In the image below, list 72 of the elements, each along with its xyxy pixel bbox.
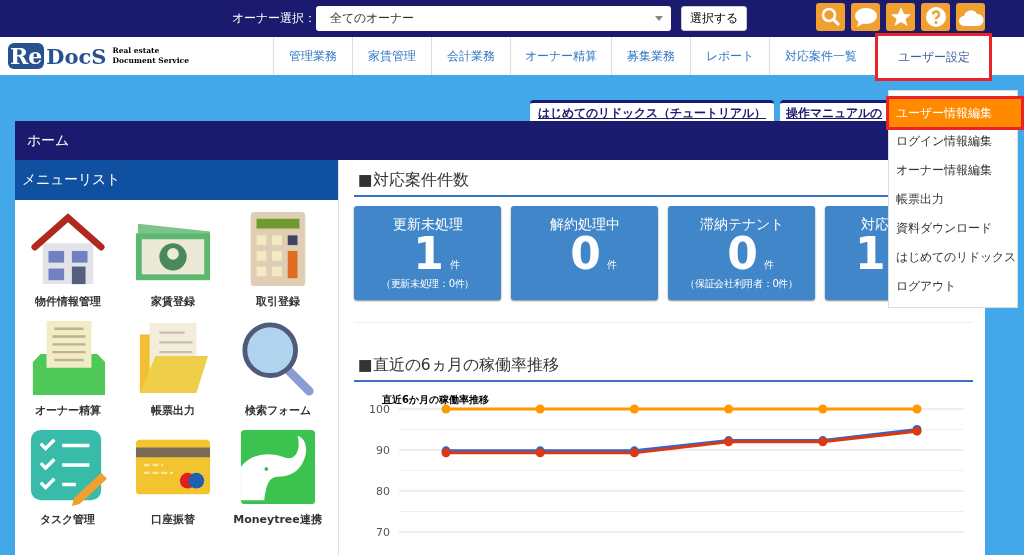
help-icon[interactable] — [921, 3, 950, 31]
card-title: 滞納テナント — [699, 216, 784, 234]
section-heading: ■直近の6ヵ月の稼働率推移 — [354, 355, 973, 382]
logo-mark: Re DocS — [8, 43, 107, 69]
nav-item[interactable]: 家賃管理 — [352, 37, 431, 75]
nav-item[interactable]: 募集業務 — [611, 37, 690, 75]
menu-tile[interactable]: Moneytree連携 — [225, 428, 330, 527]
card-note: （更新未処理：0件） — [380, 277, 475, 291]
panel-title: ホーム — [27, 131, 69, 150]
nav-item[interactable]: ユーザー設定 — [875, 33, 992, 81]
checklist-icon — [28, 428, 107, 506]
card-title: 更新未処理 — [392, 216, 463, 234]
case-card[interactable]: 対応 1 — [825, 206, 891, 300]
menu-item[interactable]: ログイン情報編集 — [889, 127, 1017, 156]
case-count: 0 — [727, 234, 758, 274]
case-card[interactable]: 解約処理中 0 件 — [511, 206, 658, 300]
nav-item[interactable]: 対応案件一覧 — [769, 37, 872, 75]
cloud-icon[interactable] — [956, 3, 985, 31]
count-unit: 件 — [606, 258, 617, 272]
caret-icon — [655, 16, 663, 21]
case-count: 1 — [413, 234, 444, 274]
menu-tile[interactable]: 物件情報管理 — [15, 210, 120, 309]
nav-item[interactable]: オーナー精算 — [510, 37, 611, 75]
count-unit: 件 — [449, 258, 460, 272]
menu-label: 検索フォーム — [244, 403, 311, 418]
chart-title: 直近6か月の稼働率推移 — [382, 394, 489, 405]
menu-label: 物件情報管理 — [34, 294, 101, 309]
menu-label: オーナー精算 — [34, 403, 101, 418]
case-card[interactable]: 滞納テナント 0 件 （保証会社利用者：0件） — [668, 206, 815, 300]
menu-label: Moneytree連携 — [233, 512, 322, 527]
point — [629, 404, 639, 414]
select-button[interactable]: 選択する — [681, 6, 747, 31]
y-tick-label: 80 — [376, 485, 390, 498]
case-count: 1 — [855, 234, 886, 274]
menu-tile[interactable]: タスク管理 — [15, 428, 120, 527]
menu-label: 取引登録 — [255, 294, 300, 309]
menu-tile[interactable]: 口座振替 — [120, 428, 225, 527]
menu-tile[interactable]: 取引登録 — [225, 210, 330, 309]
nav-item[interactable]: レポート — [690, 37, 769, 75]
owner-label: オーナー選択： — [232, 10, 316, 27]
tab[interactable]: はじめてのリドックス（チュートリアル） — [530, 100, 774, 121]
menu-label: タスク管理 — [40, 512, 95, 527]
point — [818, 404, 828, 414]
count-unit: 件 — [763, 258, 774, 272]
menu-label: 家賃登録 — [150, 294, 195, 309]
card-note: （保証会社利用者：0件） — [685, 277, 798, 291]
menu-label: 口座振替 — [150, 512, 195, 527]
elephant-icon — [238, 428, 317, 506]
menu-item[interactable]: はじめてのリドックス — [889, 243, 1017, 272]
menu-tile[interactable]: 検索フォーム — [225, 319, 330, 418]
point — [724, 404, 734, 414]
owner-select[interactable]: 全てのオーナー — [316, 6, 671, 31]
menu-item[interactable]: ログアウト — [889, 272, 1017, 301]
case-count: 0 — [570, 234, 601, 274]
y-tick-label: 90 — [376, 444, 390, 457]
case-card[interactable]: 更新未処理 1 件 （更新未処理：0件） — [354, 206, 501, 300]
point — [535, 404, 545, 414]
card-title: 対応 — [861, 216, 889, 234]
search-icon[interactable] — [816, 3, 845, 31]
menu-tile[interactable]: 家賃登録 — [120, 210, 225, 309]
card-title: 解約処理中 — [549, 216, 620, 234]
menu-list-title: メニューリスト — [22, 171, 120, 189]
y-tick-label: 70 — [376, 526, 390, 539]
nav-item[interactable]: 会計業務 — [431, 37, 510, 75]
nav-item[interactable]: 管理業務 — [273, 37, 352, 75]
point — [912, 404, 922, 414]
menu-tile[interactable]: 帳票出力 — [120, 319, 225, 418]
menu-tile[interactable]: オーナー精算 — [15, 319, 120, 418]
menu-item[interactable]: 資料ダウンロード — [889, 214, 1017, 243]
menu-label: 帳票出力 — [150, 403, 195, 418]
chat-icon[interactable] — [851, 3, 880, 31]
y-tick-label: 100 — [369, 403, 390, 416]
